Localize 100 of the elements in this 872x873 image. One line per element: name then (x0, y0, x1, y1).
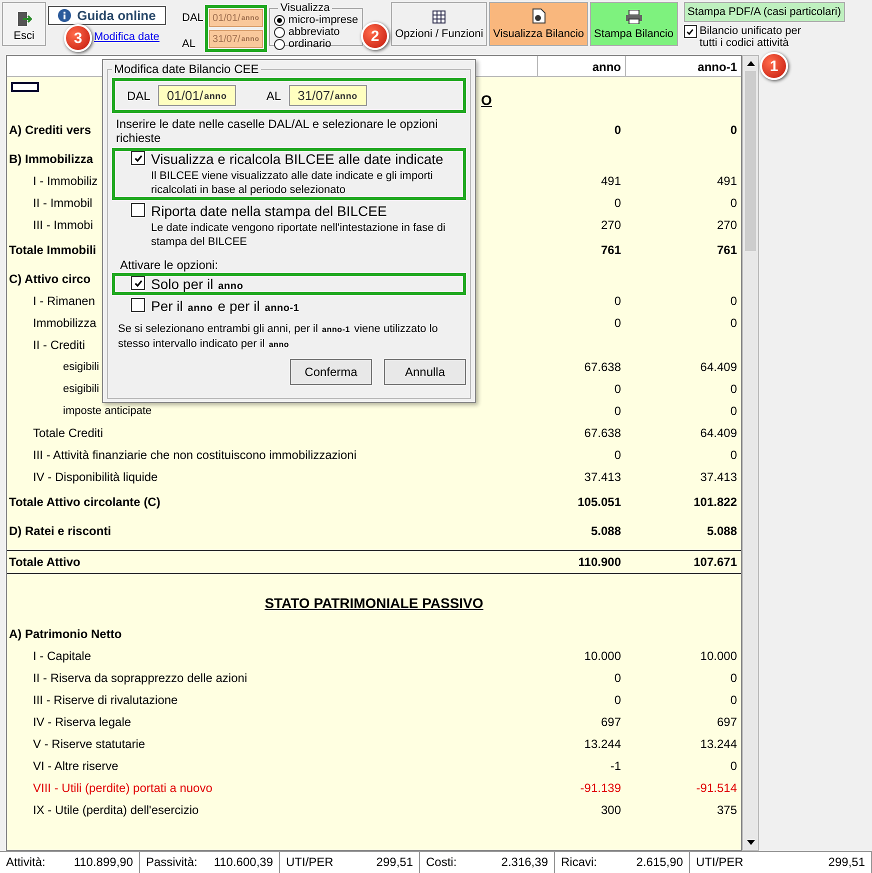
value-cell-text: 0 (614, 671, 622, 685)
view-radio[interactable]: ordinario (274, 38, 358, 50)
row-label: VI - Altre riserve (32, 759, 118, 773)
value-cell-text: 13.244 (700, 737, 738, 751)
value-cell-text: 300 (600, 803, 622, 817)
dialog-button[interactable]: Conferma (290, 359, 372, 385)
dialog-button[interactable]: Annulla (384, 359, 466, 385)
value-cell-text: 491 (600, 174, 622, 188)
activate-label: Attivare le opzioni: (120, 258, 218, 272)
row-label: B) Immobilizza (8, 152, 94, 166)
toolbar-button[interactable]: Stampa Bilancio (590, 2, 678, 46)
row-label: II - Crediti (32, 338, 86, 352)
unified-balance-label: Bilancio unificato per tutti i codici attività (700, 25, 802, 49)
row-label: II - Riserva da soprapprezzo delle azioni (32, 671, 248, 685)
row-label: Totale Immobili (8, 243, 96, 257)
value-cell-text: 0 (730, 404, 738, 418)
value-cell-text: 491 (716, 174, 738, 188)
column-header: anno (537, 56, 625, 76)
row-label: I - Rimanen (32, 294, 96, 308)
toolbar-button[interactable]: Opzioni / Funzioni (391, 2, 488, 46)
year-option-label: Solo per il anno (151, 276, 244, 292)
row-label: esigibili (62, 361, 100, 373)
value-cell-text: 0 (614, 404, 622, 418)
value-cell-text: 0 (730, 671, 738, 685)
value-cell-text: 0 (730, 316, 738, 330)
column-header: anno-1 (625, 56, 741, 76)
value-cell-text: 0 (614, 693, 622, 707)
value-cell-text: 67.638 (584, 360, 622, 374)
value-cell-text: 110.900 (578, 555, 622, 569)
value-cell-text: 5.088 (706, 524, 738, 538)
toolbar-button[interactable]: Visualizza Bilancio (489, 2, 588, 46)
to-label: AL (266, 88, 282, 102)
option-label: Visualizza e ricalcola BILCEE alle date indicate (151, 151, 444, 167)
from-label: DAL (127, 88, 150, 102)
option-label: Riporta date nella stampa del BILCEE (151, 203, 388, 219)
value-cell-text: 270 (716, 218, 738, 232)
value-cell-text: 0 (614, 196, 622, 210)
row-label: A) Crediti vers (8, 123, 92, 137)
value-cell-text: 0 (730, 123, 738, 137)
from-date-field[interactable]: 01/01/anno (158, 85, 236, 106)
dialog-title: Modifica date Bilancio CEE (113, 62, 260, 76)
row-label: esigibili (62, 383, 100, 395)
exit-button[interactable]: Esci (2, 2, 46, 46)
callout-badge: 3 (64, 24, 92, 52)
row-label: D) Ratei e risconti (8, 524, 112, 538)
value-cell-text: 270 (600, 218, 622, 232)
value-cell-text: 0 (614, 294, 622, 308)
row-label: I - Capitale (32, 649, 92, 663)
section-title: STATO PATRIMONIALE PASSIVO (264, 595, 484, 611)
value-cell-text: 697 (716, 715, 738, 729)
status-cell: UTI/PER 299,51 (280, 852, 420, 873)
row-label: Totale Attivo circolante (C) (8, 495, 160, 509)
edit-dates-link[interactable]: Modifica date (94, 31, 160, 43)
value-cell-text: 0 (730, 294, 738, 308)
value-cell-text: 105.051 (578, 495, 622, 509)
value-cell-text: 761 (716, 243, 738, 257)
row-label: C) Attivo circo (8, 272, 91, 286)
value-cell-text: -91.514 (696, 781, 738, 795)
value-cell-text: -91.139 (580, 781, 622, 795)
value-cell-text: 101.822 (694, 495, 738, 509)
year-option-label: Per il anno e per il anno-1 (151, 298, 300, 314)
value-cell-text: 37.413 (700, 470, 738, 484)
callout-badge: 1 (760, 52, 788, 80)
status-cell: Passività: 110.600,39 (140, 852, 280, 873)
help-button[interactable]: Guida online (48, 6, 166, 25)
value-cell-text: 64.409 (700, 360, 738, 374)
row-label: Totale Attivo (8, 555, 80, 569)
value-cell-text: -1 (610, 759, 622, 773)
pdf-print-button[interactable]: Stampa PDF/A (casi particolari) (684, 2, 845, 22)
from-label: DAL (182, 12, 204, 24)
value-cell-text: 37.413 (584, 470, 622, 484)
row-label: V - Riserve statutarie (32, 737, 146, 751)
value-cell-text: 0 (614, 448, 622, 462)
value-cell-text: 10.000 (584, 649, 622, 663)
value-cell-text: 0 (614, 123, 622, 137)
value-cell-text: 10.000 (700, 649, 738, 663)
value-cell-text: 0 (730, 382, 738, 396)
value-cell-text: 67.638 (584, 426, 622, 440)
callout-badge: 2 (361, 22, 389, 50)
row-label: A) Patrimonio Netto (8, 627, 122, 641)
value-cell-text: 107.671 (694, 555, 738, 569)
status-cell: Attività: 110.899,90 (0, 852, 140, 873)
value-cell-text: 697 (600, 715, 622, 729)
to-date-field[interactable]: 31/07/anno (289, 85, 368, 106)
view-radio[interactable]: abbreviato (274, 26, 358, 38)
row-label: IV - Disponibilità liquide (32, 470, 158, 484)
value-cell-text: 0 (730, 759, 738, 773)
row-label: imposte anticipate (62, 405, 152, 417)
value-cell-text: 0 (614, 316, 622, 330)
status-cell: Costi: 2.316,39 (420, 852, 555, 873)
view-radio[interactable]: micro-imprese (274, 14, 358, 26)
note-text: Se si selezionano entrambi gli anni, per il anno-1 viene utilizzato lo stesso intervallo indicato per il anno (118, 322, 439, 352)
option-description: Le date indicate vengono riportate nell'intestazione in fase di stampa del BILCEE (151, 221, 446, 249)
status-cell: Ricavi: 2.615,90 (555, 852, 690, 873)
to-label: AL (182, 38, 196, 50)
value-cell-text: 375 (716, 803, 738, 817)
view-legend: Visualizza (278, 2, 332, 14)
value-cell-text: 0 (730, 448, 738, 462)
value-cell-text: 0 (730, 693, 738, 707)
value-cell-text: 761 (600, 243, 622, 257)
